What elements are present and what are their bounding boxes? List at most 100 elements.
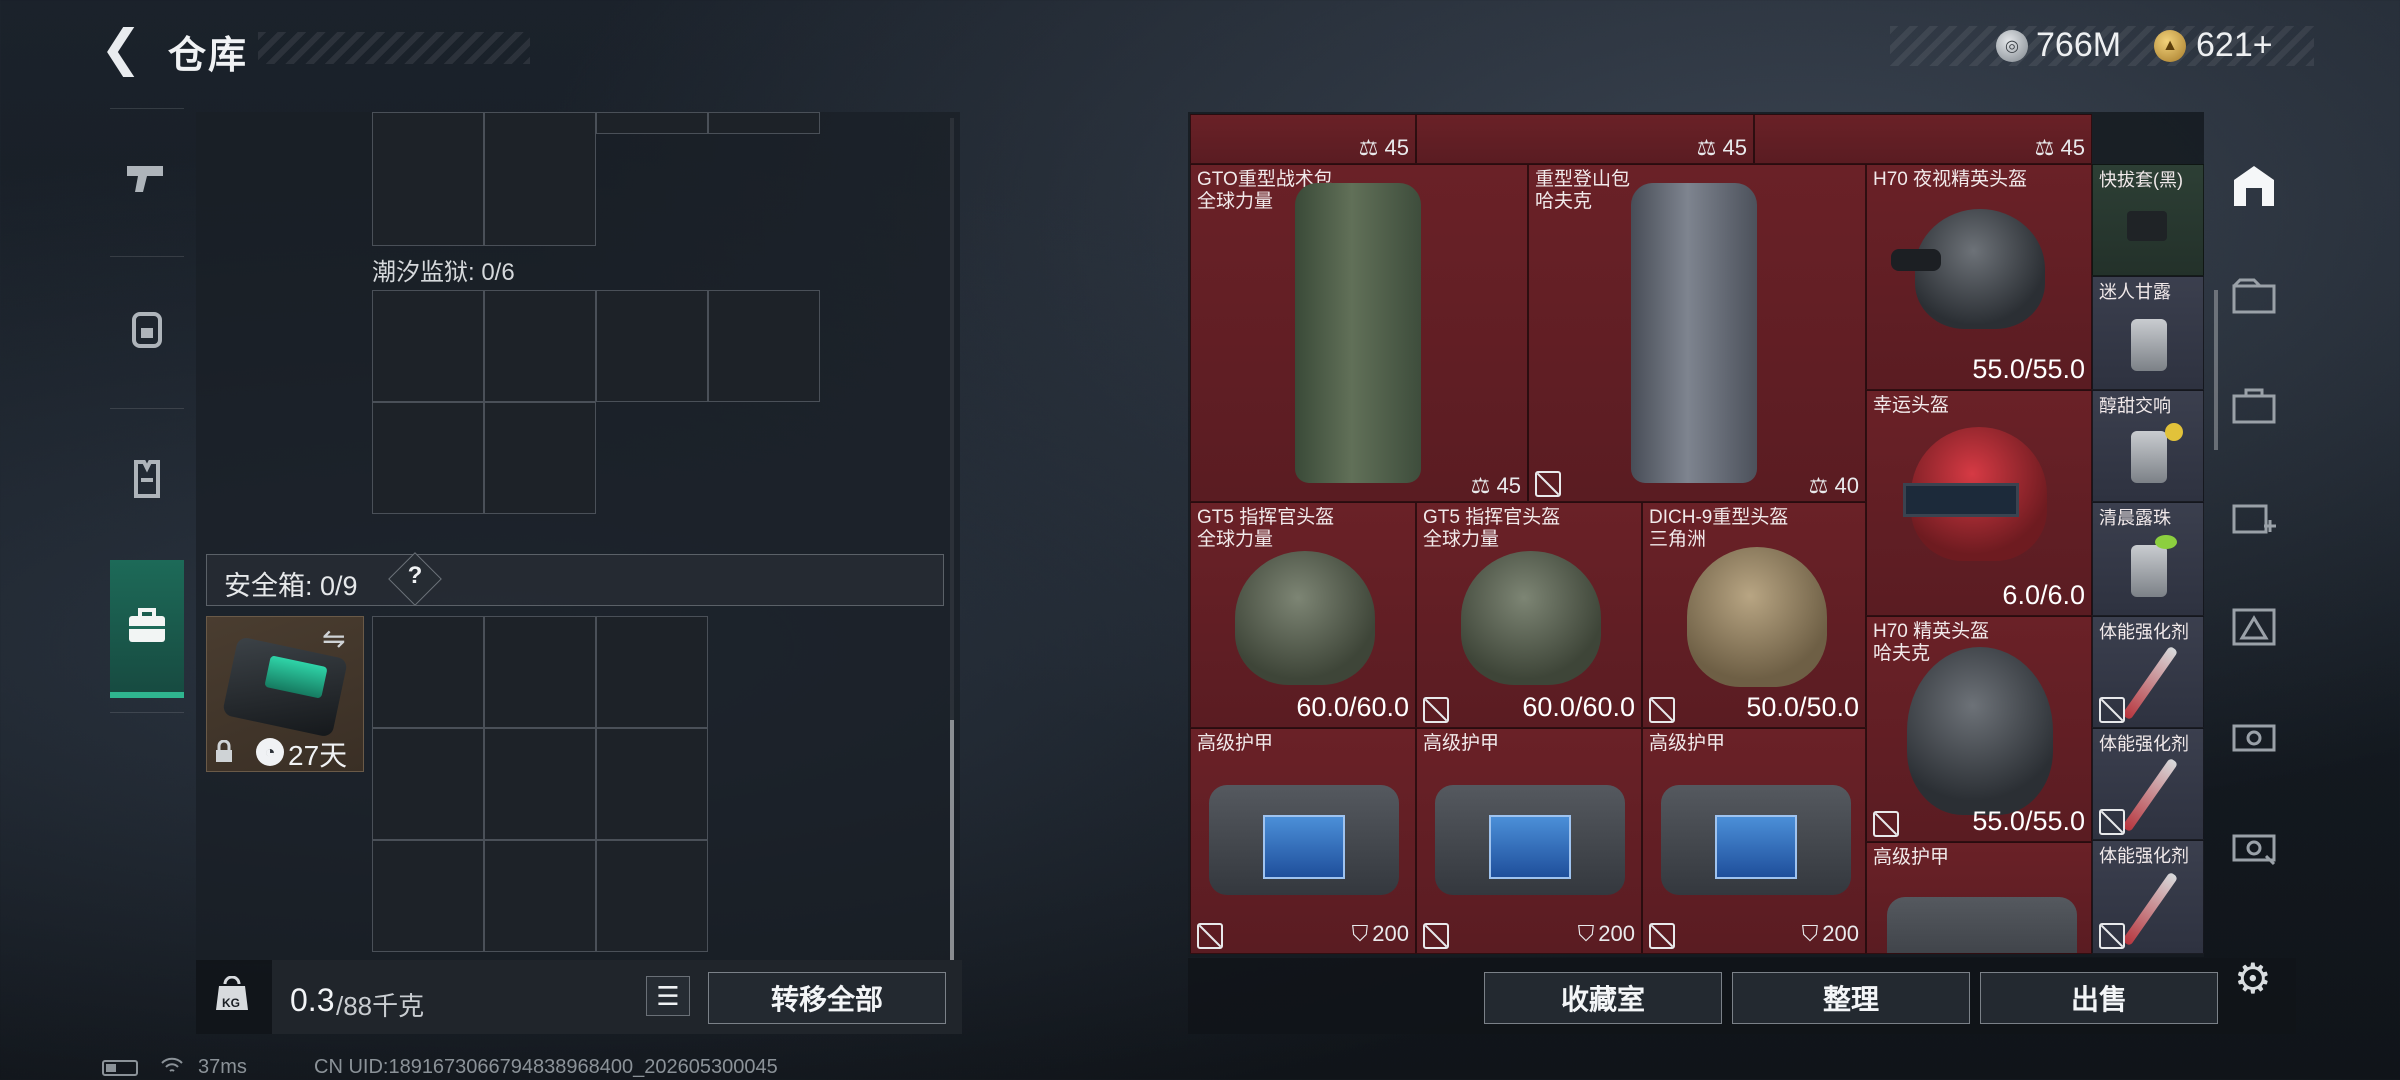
bottle-art (2131, 319, 2167, 371)
weight-icon (2035, 135, 2055, 160)
gold-coin-icon: ▲ (2154, 30, 2186, 62)
inventory-item-gt5-helmet[interactable]: GT5 指挥官头盔 全球力量 60.0/60.0 (1190, 502, 1416, 728)
inventory-scrollbar[interactable] (2214, 290, 2218, 450)
inventory-item[interactable]: 45 (1754, 114, 2092, 164)
weight-icon (1359, 135, 1379, 160)
title-decoration (258, 32, 530, 64)
no-trade-icon (1649, 697, 1675, 723)
no-trade-icon (1873, 811, 1899, 837)
inventory-item-h70-nv-helmet[interactable]: H70 夜视精英头盔 55.0/55.0 (1866, 164, 2092, 390)
safe-grid-cell[interactable] (596, 616, 708, 728)
gold-currency-value[interactable]: 621+ (2196, 26, 2273, 65)
grid-cell[interactable] (596, 112, 708, 134)
safe-grid-cell[interactable] (484, 728, 596, 840)
backpack-art (1631, 183, 1757, 483)
shield-icon: ⛉ (1351, 921, 1369, 946)
inventory-item-morning-dew[interactable]: 清晨露珠 (2092, 502, 2204, 616)
tab-IV-alt-icon[interactable] (2212, 576, 2296, 676)
inventory-grid: 45 45 45 GTO重型战术包 全球力量 45 重型登山包 哈夫克 40 H… (1190, 114, 2204, 954)
inventory-item-gt5-helmet[interactable]: GT5 指挥官头盔 全球力量 60.0/60.0 (1416, 502, 1642, 728)
battery-icon (102, 1060, 138, 1076)
inventory-item-symphony[interactable]: 醇甜交响 (2092, 390, 2204, 502)
inventory-item-advanced-armor[interactable]: 高级护甲 (1866, 842, 2092, 954)
swap-icon[interactable]: ⇋ (322, 622, 345, 655)
safe-grid-cell[interactable] (596, 840, 708, 952)
list-icon[interactable]: ☰ (646, 976, 690, 1016)
inventory-item[interactable]: 45 (1190, 114, 1416, 164)
transfer-all-button[interactable]: 转移全部 (708, 972, 946, 1024)
help-symbol: ? (407, 562, 423, 589)
no-trade-icon (1423, 697, 1449, 723)
tab-II-icon[interactable] (2212, 466, 2296, 566)
inventory-item-stamina-booster[interactable]: 体能强化剂 (2092, 840, 2204, 954)
inventory-item[interactable]: 45 (1416, 114, 1754, 164)
grid-cell[interactable] (372, 112, 484, 246)
sell-button[interactable]: 出售 (1980, 972, 2218, 1024)
helmet-art (1907, 647, 2053, 815)
tab-III-icon[interactable] (2212, 356, 2296, 456)
lime-art (2155, 535, 2177, 549)
grid-cell[interactable] (484, 112, 596, 246)
armor-bag-art (1887, 897, 2077, 953)
weight-icon (1471, 473, 1491, 498)
syringe-art (2121, 871, 2179, 947)
bottle-art (2131, 545, 2167, 597)
helmet-art (1461, 551, 1601, 685)
no-trade-icon (1649, 923, 1675, 949)
inventory-item-holster[interactable]: 快拔套(黑) (2092, 164, 2204, 276)
uid-text: CN UID:1891673066794838968400_2026053000… (314, 1056, 778, 1078)
grid-cell[interactable] (484, 402, 596, 514)
storage-room-icon[interactable] (2212, 136, 2296, 236)
inventory-tabs (2212, 136, 2296, 936)
silver-currency-value: 766M (2036, 26, 2122, 64)
bottle-art (2131, 431, 2167, 483)
organize-button[interactable]: 整理 (1732, 972, 1970, 1024)
inventory-item-dich9-helmet[interactable]: DICH-9重型头盔 三角洲 50.0/50.0 (1642, 502, 1866, 728)
grid-cell[interactable] (708, 290, 820, 402)
briefcase-icon[interactable] (110, 560, 184, 698)
gear-icon[interactable]: ⚙ (2234, 954, 2272, 1003)
safe-box-label: 安全箱: 0/9 (224, 571, 358, 601)
tab-IV-icon[interactable] (2212, 246, 2296, 346)
pistol-icon[interactable] (100, 118, 194, 238)
tab-V-icon[interactable] (2212, 686, 2296, 786)
collection-room-button[interactable]: 收藏室 (1484, 972, 1722, 1024)
grid-cell[interactable] (372, 290, 484, 402)
back-arrow-icon[interactable]: ❮ (100, 22, 148, 74)
grid-cell[interactable] (596, 290, 708, 402)
shield-icon: ⛉ (1577, 921, 1595, 946)
inventory-item-advanced-armor[interactable]: 高级护甲 ⛉ 200 (1416, 728, 1642, 954)
category-rail (100, 108, 194, 713)
safe-grid-cell[interactable] (484, 616, 596, 728)
safe-box-days: 27天 (288, 740, 348, 771)
inventory-item-nectar[interactable]: 迷人甘露 (2092, 276, 2204, 390)
grid-cell[interactable] (708, 112, 820, 134)
safe-grid-cell[interactable] (372, 616, 484, 728)
safe-grid-cell[interactable] (372, 728, 484, 840)
grid-cell[interactable] (372, 402, 484, 514)
vest-icon[interactable] (100, 418, 194, 538)
safe-grid-cell[interactable] (484, 840, 596, 952)
safe-grid-cell[interactable] (372, 840, 484, 952)
inventory-item-stamina-booster[interactable]: 体能强化剂 (2092, 616, 2204, 728)
backpack-icon[interactable] (100, 268, 194, 388)
inventory-item-h70-helmet[interactable]: H70 精英头盔 哈夫克 55.0/55.0 (1866, 616, 2092, 842)
inventory-item-advanced-armor[interactable]: 高级护甲 ⛉ 200 (1190, 728, 1416, 954)
inventory-item-lucky-helmet[interactable]: 幸运头盔 6.0/6.0 (1866, 390, 2092, 616)
safe-grid-cell[interactable] (596, 728, 708, 840)
inventory-item-gto-backpack[interactable]: GTO重型战术包 全球力量 45 (1190, 164, 1528, 502)
weight-capacity: /88千克 (336, 991, 425, 1021)
inventory-item-stamina-booster[interactable]: 体能强化剂 (2092, 728, 2204, 840)
grid-cell[interactable] (484, 290, 596, 402)
inventory-item-advanced-armor[interactable]: 高级护甲 ⛉ 200 (1642, 728, 1866, 954)
storage-scrollbar-thumb[interactable] (950, 720, 954, 960)
tab-V-alt-icon[interactable] (2212, 796, 2296, 896)
armor-panel-art (1489, 815, 1571, 879)
tide-prison-label: 潮汐监狱: 0/6 (372, 259, 515, 286)
weight-icon (1809, 473, 1829, 498)
inventory-item-mountain-backpack[interactable]: 重型登山包 哈夫克 40 (1528, 164, 1866, 502)
no-trade-icon (2099, 809, 2125, 835)
shield-icon: ⛉ (1801, 921, 1819, 946)
no-trade-icon (1535, 471, 1561, 497)
no-trade-icon (2099, 923, 2125, 949)
